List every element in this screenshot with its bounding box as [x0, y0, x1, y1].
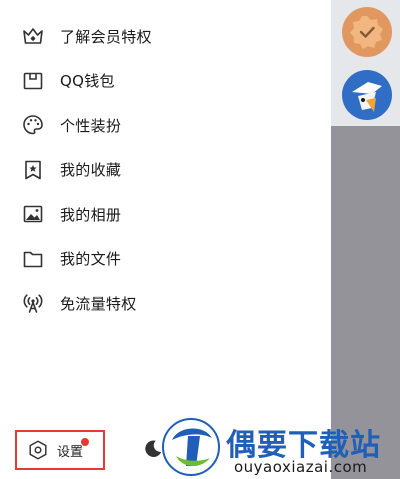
contact-avatar[interactable]	[342, 7, 392, 57]
settings-label: 设置	[57, 444, 84, 460]
bookmark-star-icon	[20, 157, 46, 183]
menu-item-label: 我的文件	[60, 250, 122, 269]
cartoon-avatar-icon	[344, 72, 390, 118]
menu-item-my-album[interactable]: 我的相册	[0, 192, 331, 237]
menu-item-free-data[interactable]: 免流量特权	[0, 281, 331, 326]
signal-tower-icon	[20, 290, 46, 316]
side-drawer: 了解会员特权 QQ钱包 个性装扮 我的收藏 我的相册 我的文件 免流量特权 设置…	[0, 0, 331, 479]
night-mode-label: 夜间	[170, 443, 197, 459]
menu-item-label: 我的相册	[60, 205, 122, 224]
folder-icon	[20, 246, 46, 272]
notification-dot	[81, 438, 89, 446]
menu-item-label: 了解会员特权	[60, 27, 152, 46]
wallet-icon	[20, 68, 46, 94]
contact-avatar[interactable]	[342, 70, 392, 120]
menu-item-label: 个性装扮	[60, 116, 122, 135]
drawer-menu: 了解会员特权 QQ钱包 个性装扮 我的收藏 我的相册 我的文件 免流量特权	[0, 14, 331, 326]
night-mode-button[interactable]: 夜间	[142, 438, 196, 460]
menu-item-my-files[interactable]: 我的文件	[0, 237, 331, 282]
moon-icon	[145, 440, 162, 457]
menu-item-vip-privileges[interactable]: 了解会员特权	[0, 14, 331, 59]
menu-item-label: 免流量特权	[60, 294, 137, 313]
main-content-overlay[interactable]	[331, 0, 400, 479]
palette-icon	[20, 112, 46, 138]
menu-item-my-favorites[interactable]: 我的收藏	[0, 148, 331, 193]
menu-item-label: QQ钱包	[60, 72, 115, 91]
photo-album-icon	[20, 201, 46, 227]
menu-item-qq-wallet[interactable]: QQ钱包	[0, 59, 331, 104]
menu-item-personal-dressup[interactable]: 个性装扮	[0, 103, 331, 148]
menu-item-label: 我的收藏	[60, 161, 122, 180]
badge-check-icon	[350, 16, 383, 49]
settings-button[interactable]: 设置	[15, 430, 105, 470]
settings-hexagon-icon	[29, 440, 47, 460]
crown-icon	[20, 23, 46, 49]
